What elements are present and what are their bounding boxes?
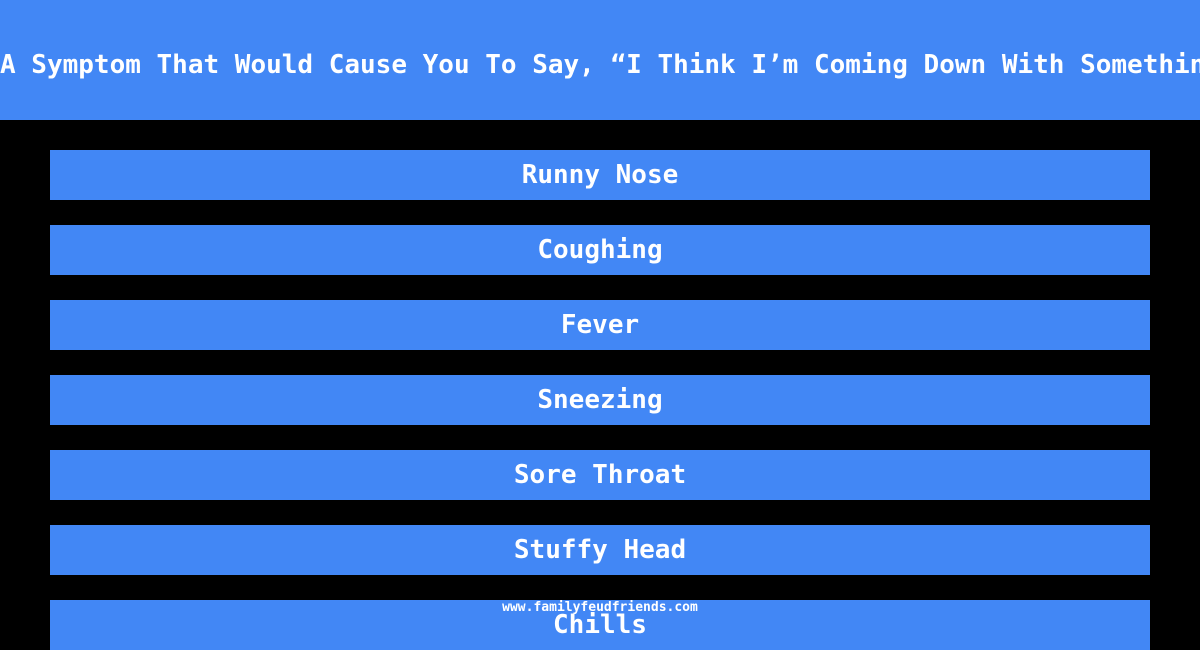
answer-bar: Coughing (50, 225, 1150, 275)
answer-bar: Sore Throat (50, 450, 1150, 500)
answer-bar: Sneezing (50, 375, 1150, 425)
site-watermark: www.familyfeudfriends.com (502, 600, 698, 615)
answer-bar: Runny Nose (50, 150, 1150, 200)
answer-bar: Stuffy Head (50, 525, 1150, 575)
answer-bar: Fever (50, 300, 1150, 350)
question-title: A Symptom That Would Cause You To Say, “… (0, 50, 1200, 80)
question-header: A Symptom That Would Cause You To Say, “… (0, 0, 1200, 120)
